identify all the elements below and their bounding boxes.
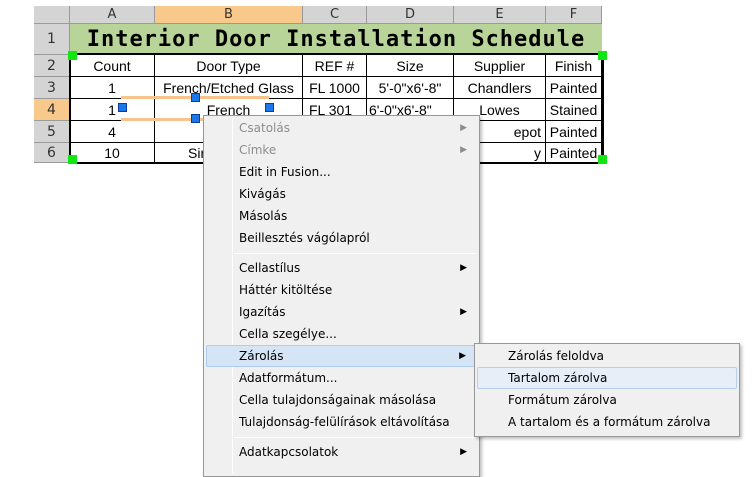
submenu-arrow-icon: ▶ (459, 351, 466, 361)
table-cell[interactable]: 10 (70, 143, 155, 163)
menu-separator (234, 437, 476, 438)
menu-item-label: Cellastílus (239, 261, 301, 275)
header-cell-count[interactable]: Count (70, 55, 155, 77)
menu-item-label: Zárolás (239, 349, 284, 363)
table-cell[interactable]: Stained (546, 99, 602, 121)
column-header-e[interactable]: E (454, 6, 546, 24)
table-cell[interactable]: Chandlers (454, 77, 546, 99)
submenu-item-unlocked[interactable]: Zárolás feloldva (477, 345, 737, 367)
header-cell-door-type[interactable]: Door Type (155, 55, 303, 77)
menu-item-kivagas[interactable]: Kivágás (206, 183, 477, 205)
table-grip-bottom-right[interactable] (598, 155, 607, 164)
column-header-a[interactable]: A (70, 6, 155, 24)
menu-separator (234, 253, 476, 254)
header-cell-finish[interactable]: Finish (546, 55, 602, 77)
menu-item-label: Háttér kitöltése (239, 283, 333, 297)
submenu-item-label: Formátum zárolva (508, 393, 617, 407)
submenu-item-format-locked[interactable]: Formátum zárolva (477, 389, 737, 411)
table-cell[interactable]: Painted (546, 121, 602, 143)
menu-item-zarolas[interactable]: Zárolás ▶ (206, 345, 477, 367)
table-title[interactable]: Interior Door Installation Schedule (70, 24, 602, 55)
row-header-4[interactable]: 4 (34, 99, 70, 121)
cell-grip-left[interactable] (118, 103, 127, 112)
menu-item-igazitas[interactable]: Igazítás ▶ (206, 301, 477, 323)
submenu-arrow-icon: ▶ (460, 263, 467, 273)
row-header-6[interactable]: 6 (34, 143, 70, 163)
table-cell[interactable]: Painted (546, 77, 602, 99)
submenu-arrow-icon: ▶ (460, 145, 467, 155)
menu-item-adatkapcsolatok[interactable]: Adatkapcsolatok ▶ (206, 441, 477, 463)
submenu-arrow-icon: ▶ (460, 307, 467, 317)
submenu-item-content-and-format-locked[interactable]: A tartalom és a formátum zárolva (477, 411, 737, 433)
submenu-item-label: Tartalom zárolva (508, 371, 608, 385)
table-grip-top-right[interactable] (598, 51, 607, 60)
menu-item-label: Kivágás (239, 187, 286, 201)
menu-item-label: Beillesztés vágólapról (239, 231, 370, 245)
menu-item-masolas[interactable]: Másolás (206, 205, 477, 227)
menu-item-label: Adatformátum... (239, 371, 338, 385)
menu-item-label: Tulajdonság-felülírások eltávolítása (239, 415, 450, 429)
table-cell[interactable]: Painted (546, 143, 602, 163)
table-cell[interactable]: FL 1000 (303, 77, 367, 99)
menu-item-feluliras-eltavolitas[interactable]: Tulajdonság-felülírások eltávolítása (206, 411, 477, 433)
row-header-2[interactable]: 2 (34, 55, 70, 77)
menu-item-adatformatum[interactable]: Adatformátum... (206, 367, 477, 389)
context-menu: Csatolás ▶ Címke ▶ Edit in Fusion... Kiv… (203, 115, 480, 477)
menu-item-cella-szegelye[interactable]: Cella szegélye... (206, 323, 477, 345)
menu-item-cella-tulajdonsagok-masolasa[interactable]: Cella tulajdonságainak másolása (206, 389, 477, 411)
submenu-arrow-icon: ▶ (460, 447, 467, 457)
menu-item-label: Adatkapcsolatok (239, 445, 339, 459)
table-grip-bottom-left[interactable] (68, 155, 77, 164)
menu-item-label: Edit in Fusion... (239, 165, 331, 179)
lock-submenu: Zárolás feloldva Tartalom zárolva Formát… (474, 343, 740, 437)
column-header-b[interactable]: B (155, 6, 303, 24)
table-cell[interactable]: 5'-0"x6'-8" (367, 77, 454, 99)
cell-grip-right[interactable] (265, 103, 274, 112)
menu-item-label: Cella szegélye... (239, 327, 337, 341)
menu-item-cimke[interactable]: Címke ▶ (206, 139, 477, 161)
table-cell[interactable]: 4 (70, 121, 155, 143)
menu-item-label: Csatolás (239, 121, 290, 135)
row-header-1[interactable]: 1 (34, 24, 70, 55)
menu-item-label: Cella tulajdonságainak másolása (239, 393, 437, 407)
cell-grip-bottom[interactable] (191, 114, 200, 123)
table-grip-top-left-b[interactable] (74, 51, 77, 60)
menu-item-hatter-kitoltese[interactable]: Háttér kitöltése (206, 279, 477, 301)
submenu-item-label: Zárolás feloldva (508, 349, 605, 363)
submenu-item-content-locked[interactable]: Tartalom zárolva (477, 367, 737, 389)
header-cell-ref[interactable]: REF # (303, 55, 367, 77)
menu-item-csatolas[interactable]: Csatolás ▶ (206, 117, 477, 139)
menu-item-label: Címke (239, 143, 277, 157)
submenu-item-label: A tartalom és a formátum zárolva (508, 415, 711, 429)
row-header-3[interactable]: 3 (34, 77, 70, 99)
submenu-arrow-icon: ▶ (460, 123, 467, 133)
column-header-f[interactable]: F (546, 6, 602, 24)
column-header-d[interactable]: D (367, 6, 454, 24)
menu-item-label: Másolás (239, 209, 288, 223)
row-header-5[interactable]: 5 (34, 121, 70, 143)
menu-item-edit-in-fusion[interactable]: Edit in Fusion... (206, 161, 477, 183)
header-cell-supplier[interactable]: Supplier (454, 55, 546, 77)
menu-item-cellastilus[interactable]: Cellastílus ▶ (206, 257, 477, 279)
cell-grip-top[interactable] (191, 93, 200, 102)
column-header-c[interactable]: C (303, 6, 367, 24)
menu-item-label: Igazítás (239, 305, 286, 319)
menu-item-beillesztes[interactable]: Beillesztés vágólapról (206, 227, 477, 249)
header-cell-size[interactable]: Size (367, 55, 454, 77)
corner-header[interactable] (34, 6, 70, 24)
